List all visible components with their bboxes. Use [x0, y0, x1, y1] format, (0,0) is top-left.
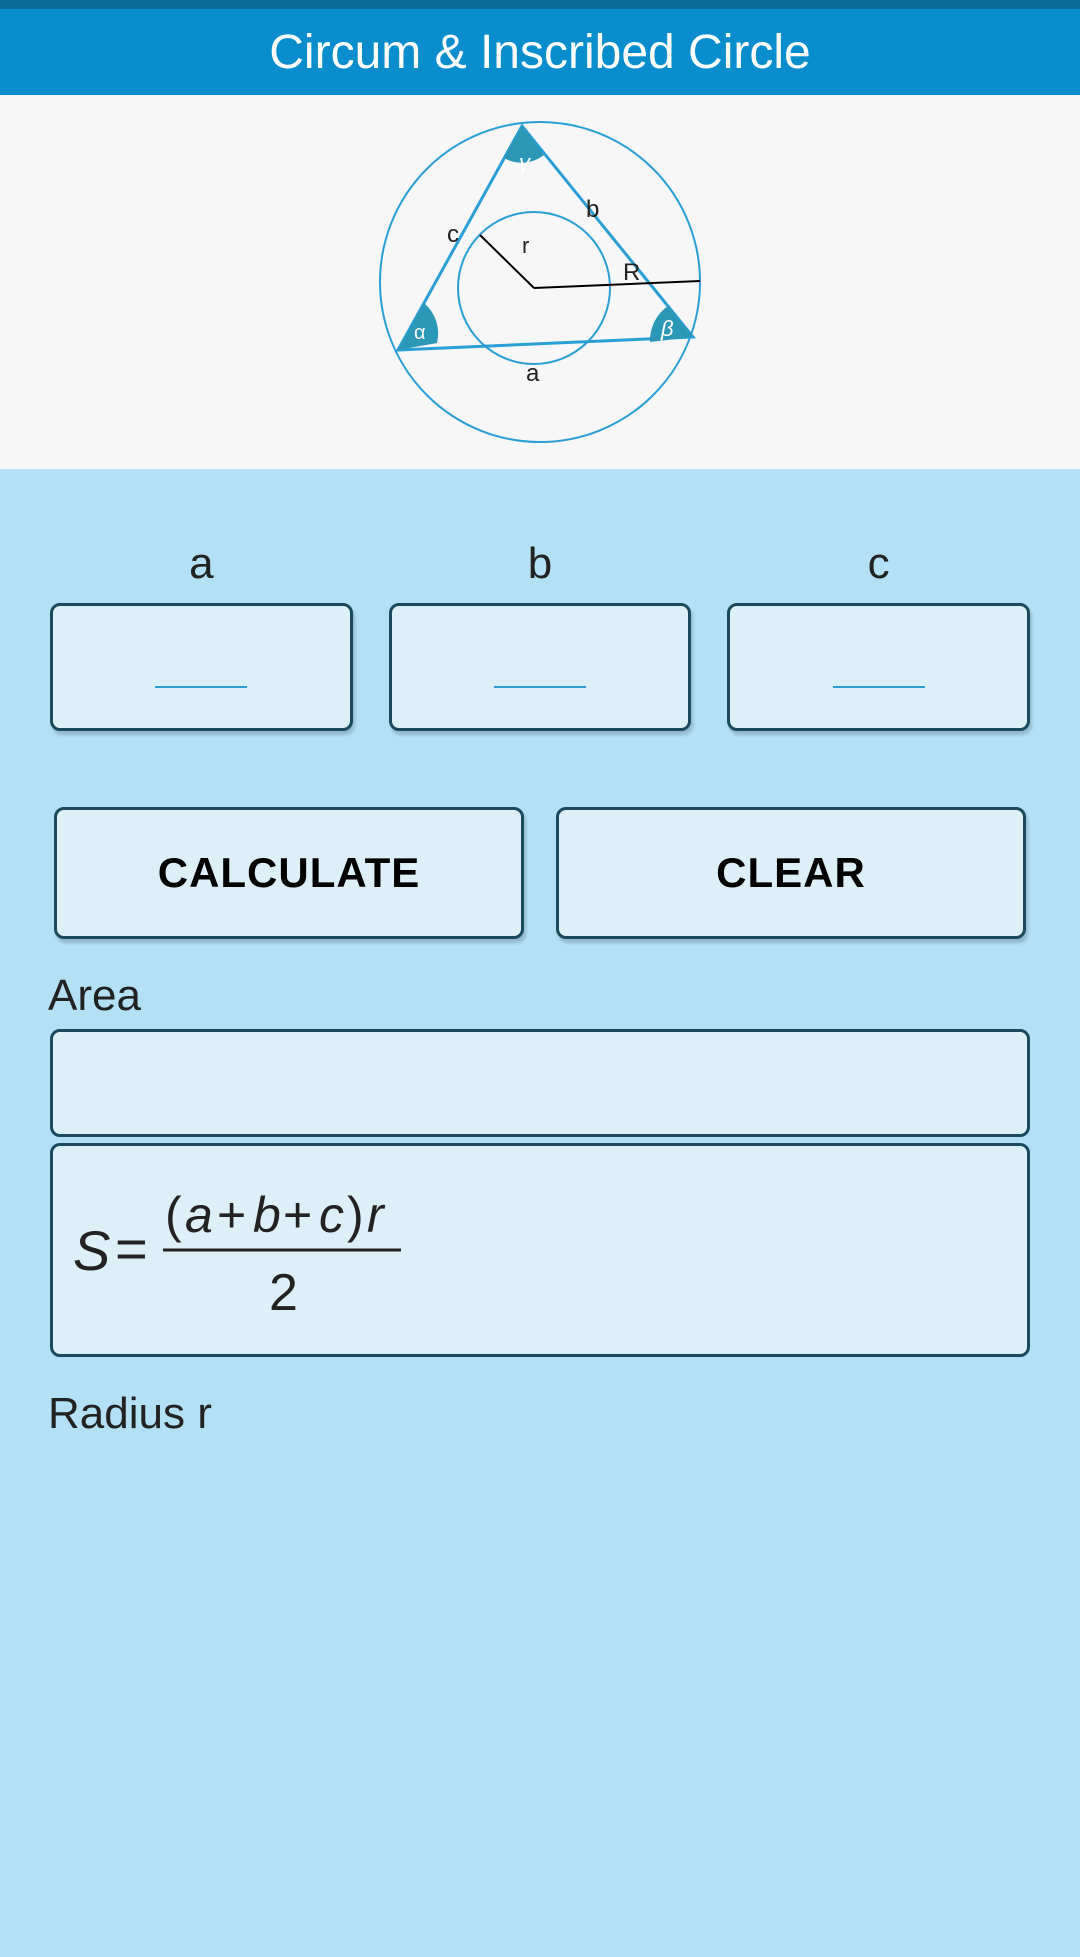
input-c-underline: [833, 686, 925, 688]
input-group-b: b: [389, 539, 692, 731]
input-group-a: a: [50, 539, 353, 731]
area-result: [50, 1029, 1030, 1137]
svg-text:b: b: [253, 1187, 281, 1243]
label-a-input: a: [189, 539, 213, 589]
svg-text:S: S: [73, 1219, 110, 1282]
radius-r-label: Radius r: [48, 1389, 1030, 1439]
input-b-underline: [494, 686, 586, 688]
label-alpha: α: [414, 322, 426, 344]
label-b: b: [586, 196, 599, 223]
svg-text:+: +: [217, 1187, 246, 1243]
inputs-row: a b c: [50, 539, 1030, 731]
app-header: Circum & Inscribed Circle: [0, 9, 1080, 95]
input-a-underline: [155, 686, 247, 688]
input-a[interactable]: [50, 603, 353, 731]
svg-text:+: +: [283, 1187, 312, 1243]
label-b-input: b: [528, 539, 552, 589]
label-c-input: c: [868, 539, 890, 589]
area-formula-box: S = ( a + b + c ) r 2: [50, 1143, 1030, 1357]
triangle-circles-diagram: γ α β c b a r R: [370, 112, 710, 452]
svg-text:2: 2: [269, 1264, 298, 1322]
input-c[interactable]: [727, 603, 1030, 731]
area-label: Area: [48, 971, 1030, 1021]
label-r: r: [522, 233, 529, 258]
form-area: a b c CALCULATE CLEAR Area S = ( a: [0, 469, 1080, 1957]
page-title: Circum & Inscribed Circle: [269, 25, 810, 80]
label-beta: β: [660, 316, 674, 341]
label-R-big: R: [623, 259, 640, 286]
svg-text:): ): [347, 1187, 364, 1243]
label-a: a: [526, 360, 540, 387]
svg-text:c: c: [319, 1187, 344, 1243]
buttons-row: CALCULATE CLEAR: [50, 807, 1030, 939]
area-formula: S = ( a + b + c ) r 2: [73, 1170, 453, 1330]
input-b[interactable]: [389, 603, 692, 731]
svg-text:=: =: [115, 1217, 148, 1280]
calculate-button[interactable]: CALCULATE: [54, 807, 524, 939]
input-group-c: c: [727, 539, 1030, 731]
svg-text:r: r: [367, 1187, 386, 1243]
svg-text:(: (: [165, 1187, 182, 1243]
status-bar: [0, 0, 1080, 9]
label-c: c: [447, 221, 459, 248]
diagram-area: γ α β c b a r R: [0, 95, 1080, 469]
svg-text:a: a: [185, 1187, 213, 1243]
clear-button[interactable]: CLEAR: [556, 807, 1026, 939]
